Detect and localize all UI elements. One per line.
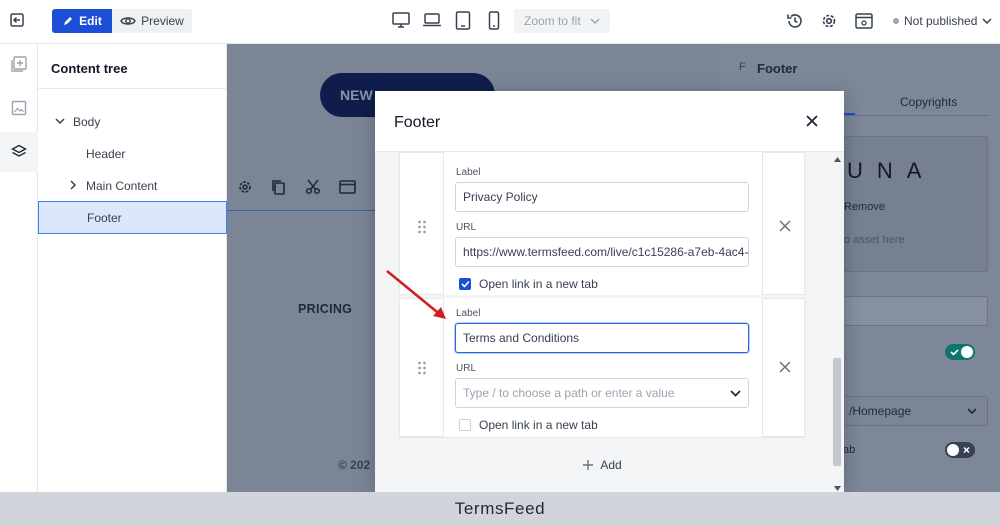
exit-icon[interactable] (9, 12, 25, 28)
label-input[interactable]: Terms and Conditions (455, 323, 749, 353)
tablet-view-icon[interactable] (455, 11, 471, 30)
label-input[interactable]: Privacy Policy (455, 182, 749, 212)
url-caption: URL (456, 222, 477, 233)
label-caption: Label (456, 167, 481, 178)
close-icon[interactable] (805, 114, 819, 128)
desktop-view-icon[interactable] (392, 12, 410, 29)
remove-link-icon[interactable] (779, 361, 791, 373)
add-label: Add (600, 458, 622, 472)
drag-handle-icon[interactable] (417, 361, 427, 375)
chevron-down-icon (982, 18, 992, 24)
add-block-icon[interactable] (0, 44, 38, 84)
history-icon[interactable] (786, 12, 804, 30)
eye-icon (120, 17, 136, 25)
edit-mode-button[interactable]: Edit (52, 9, 112, 33)
chevron-down-icon (590, 18, 600, 24)
checkbox-unchecked[interactable] (459, 419, 471, 431)
toggle-off[interactable] (945, 442, 975, 458)
link-card-content (443, 152, 763, 295)
url-placeholder: Type / to choose a path or enter a value (463, 386, 675, 400)
modal-title: Footer (394, 114, 441, 131)
preview-label: Preview (141, 14, 184, 28)
new-tab-checkbox-row[interactable]: Open link in a new tab (459, 277, 598, 291)
logo-text: UNA (847, 158, 936, 183)
cut-icon[interactable] (305, 179, 321, 195)
pencil-icon (64, 17, 73, 25)
remove-link-icon[interactable] (779, 220, 791, 232)
preview-mode-button[interactable]: Preview (112, 9, 192, 33)
chevron-down-icon (967, 408, 977, 414)
link-card-content (443, 298, 763, 437)
mobile-view-icon[interactable] (488, 11, 500, 30)
tab-copyrights[interactable]: Copyrights (900, 95, 957, 109)
check-icon (460, 280, 470, 288)
image-icon[interactable] (0, 88, 38, 128)
laptop-view-icon[interactable] (422, 13, 442, 27)
canvas-copyright-text: © 202 (338, 458, 371, 472)
zoom-label: Zoom to fit (524, 14, 581, 28)
tree-item-main-content[interactable]: Main Content (86, 179, 157, 193)
url-input[interactable]: https://www.termsfeed.com/live/c1c15286-… (455, 237, 749, 267)
modal-scrollbar-thumb[interactable] (833, 358, 841, 466)
new-tab-label: Open link in a new tab (479, 277, 598, 291)
divider (38, 88, 227, 89)
publish-status-dropdown[interactable]: Not published (893, 14, 992, 28)
new-tab-checkbox-row[interactable]: Open link in a new tab (459, 418, 598, 432)
live-preview-icon[interactable] (855, 13, 873, 29)
label-caption: Label (456, 308, 481, 319)
new-tab-label: Open link in a new tab (479, 418, 598, 432)
duplicate-icon[interactable] (270, 179, 286, 195)
canvas-pricing-text: PRICING (298, 302, 353, 316)
watermark-text: TermsFeed (454, 499, 546, 518)
window-icon[interactable] (339, 180, 356, 194)
toggle-on[interactable] (945, 344, 975, 360)
content-tree-title: Content tree (51, 61, 128, 76)
tree-item-body[interactable]: Body (73, 115, 100, 129)
content-tree-panel (38, 44, 227, 492)
gear-icon[interactable] (237, 179, 253, 195)
scroll-down-arrow[interactable] (834, 486, 841, 491)
gear-icon[interactable] (820, 12, 838, 30)
scroll-up-arrow[interactable] (834, 157, 841, 162)
chevron-right-icon[interactable] (69, 180, 77, 190)
watermark-band: TermsFeed (0, 492, 1000, 526)
tree-item-header[interactable]: Header (86, 147, 125, 161)
checkbox-checked[interactable] (459, 278, 471, 290)
new-tab-label-fragment: ab (843, 444, 856, 456)
component-badge: F (739, 61, 746, 73)
page-link-value: /Homepage (849, 404, 912, 418)
page-link-select[interactable]: /Homepage (830, 396, 988, 426)
zoom-dropdown[interactable]: Zoom to fit (514, 9, 610, 33)
url-caption: URL (456, 363, 477, 374)
annotation-arrow-icon (384, 268, 452, 324)
panel-scrollbar[interactable] (990, 44, 1000, 492)
tree-item-footer[interactable]: Footer (87, 211, 122, 225)
status-dot (893, 18, 899, 24)
tree-item-footer-selected[interactable] (38, 201, 227, 234)
chevron-down-icon (730, 389, 741, 397)
url-combobox[interactable]: Type / to choose a path or enter a value (455, 378, 749, 408)
panel-text-field[interactable] (843, 296, 988, 326)
chevron-down-icon[interactable] (55, 117, 65, 125)
edit-label: Edit (79, 14, 102, 28)
drag-handle-icon[interactable] (417, 220, 427, 234)
properties-title: Footer (757, 61, 798, 76)
status-label: Not published (904, 14, 978, 28)
plus-icon (583, 460, 594, 470)
asset-drop-hint: o asset here (844, 234, 905, 246)
remove-asset-link[interactable]: Remove (844, 201, 885, 213)
layers-icon[interactable] (0, 132, 38, 172)
add-link-button[interactable]: Add (399, 437, 805, 492)
